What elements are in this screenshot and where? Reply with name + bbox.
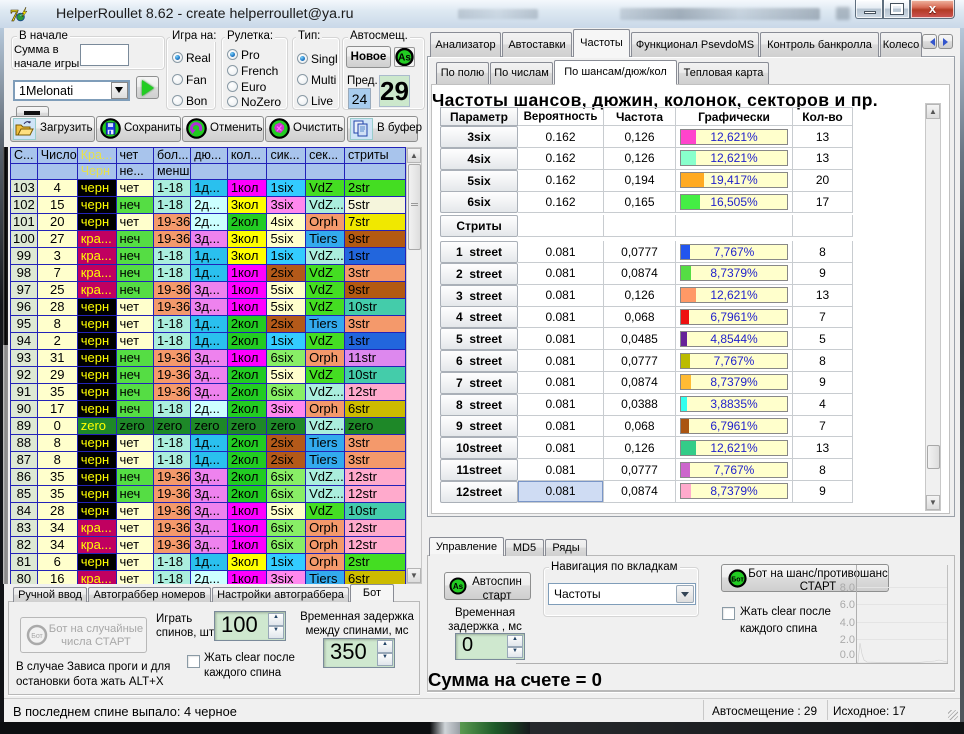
svg-text:As: As xyxy=(453,582,464,591)
svg-text:Бот: Бот xyxy=(31,633,43,640)
svg-text:Бот: Бот xyxy=(731,577,744,584)
svg-text:As: As xyxy=(398,53,411,64)
